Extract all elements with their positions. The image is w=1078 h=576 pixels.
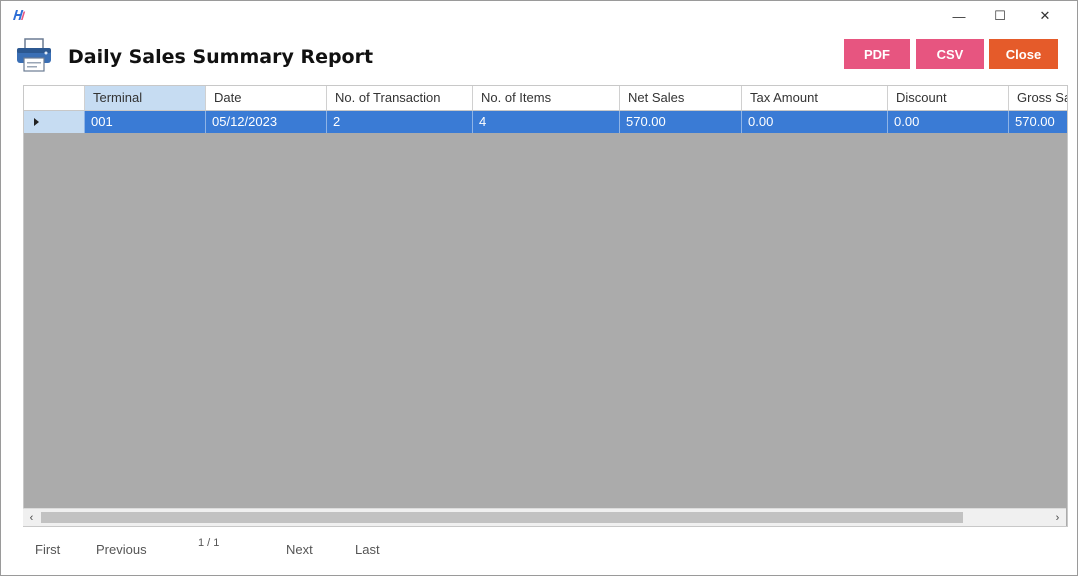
cell-gross-sales[interactable]: 570.00 (1009, 111, 1067, 133)
maximize-button[interactable]: ☐ (980, 1, 1020, 31)
page-indicator: 1 / 1 (198, 537, 220, 549)
grid-header: Terminal Date No. of Transaction No. of … (24, 86, 1067, 111)
scroll-left-button[interactable]: ‹ (23, 509, 40, 526)
cell-transactions[interactable]: 2 (327, 111, 473, 133)
minimize-icon: — (952, 8, 966, 24)
page-title: Daily Sales Summary Report (68, 46, 374, 68)
pdf-button[interactable]: PDF (844, 39, 910, 69)
close-button[interactable]: Close (989, 39, 1058, 69)
column-header-terminal[interactable]: Terminal (85, 86, 206, 110)
column-header-net-sales[interactable]: Net Sales (620, 86, 742, 110)
next-page-link[interactable]: Next (286, 542, 313, 557)
last-page-link[interactable]: Last (355, 542, 380, 557)
printer-icon (17, 38, 51, 72)
row-header-corner[interactable] (24, 86, 85, 110)
cell-net-sales[interactable]: 570.00 (620, 111, 742, 133)
minimize-button[interactable]: — (939, 1, 979, 31)
close-icon: ✕ (1039, 8, 1051, 23)
row-pointer-icon (34, 118, 39, 126)
cell-discount[interactable]: 0.00 (888, 111, 1009, 133)
scroll-right-button[interactable]: › (1049, 509, 1066, 526)
cell-terminal[interactable]: 001 (85, 111, 206, 133)
sales-grid[interactable]: Terminal Date No. of Transaction No. of … (23, 85, 1068, 527)
window-close-button[interactable]: ✕ (1025, 1, 1065, 31)
column-header-items[interactable]: No. of Items (473, 86, 620, 110)
cell-tax-amount[interactable]: 0.00 (742, 111, 888, 133)
app-logo-icon (13, 10, 26, 20)
scroll-thumb[interactable] (41, 512, 963, 523)
horizontal-scrollbar[interactable]: ‹ › (23, 508, 1066, 526)
previous-page-link[interactable]: Previous (96, 542, 147, 557)
pager: First Previous 1 / 1 Next Last (1, 531, 1077, 571)
column-header-discount[interactable]: Discount (888, 86, 1009, 110)
csv-button[interactable]: CSV (916, 39, 984, 69)
cell-date[interactable]: 05/12/2023 (206, 111, 327, 133)
first-page-link[interactable]: First (35, 542, 60, 557)
chevron-left-icon: ‹ (29, 511, 34, 524)
column-header-date[interactable]: Date (206, 86, 327, 110)
column-header-gross-sales[interactable]: Gross Sa (1009, 86, 1067, 110)
cell-items[interactable]: 4 (473, 111, 620, 133)
maximize-icon: ☐ (994, 8, 1006, 23)
title-bar: — ☐ ✕ (1, 1, 1077, 31)
column-header-tax-amount[interactable]: Tax Amount (742, 86, 888, 110)
row-selector[interactable] (24, 111, 85, 133)
table-row[interactable]: 001 05/12/2023 2 4 570.00 0.00 0.00 570.… (24, 111, 1067, 133)
report-window: — ☐ ✕ Daily Sales Summary Report PDF CSV… (0, 0, 1078, 576)
column-header-transactions[interactable]: No. of Transaction (327, 86, 473, 110)
chevron-right-icon: › (1055, 511, 1060, 524)
